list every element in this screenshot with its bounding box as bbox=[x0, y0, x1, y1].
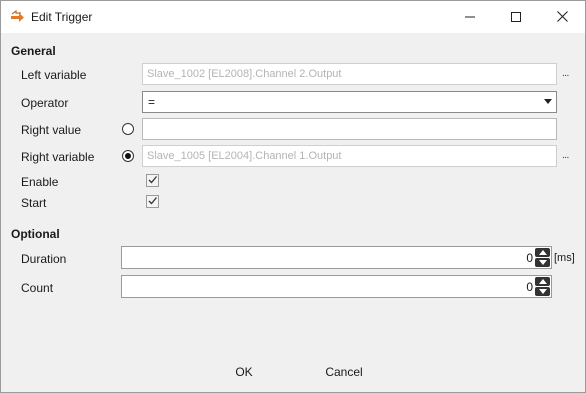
operator-label: Operator bbox=[21, 96, 69, 110]
right-value-radio[interactable] bbox=[122, 123, 134, 135]
right-variable-radio[interactable] bbox=[122, 150, 134, 162]
duration-unit: [ms] bbox=[554, 252, 575, 264]
count-spinner bbox=[535, 277, 550, 296]
operator-value: = bbox=[148, 95, 156, 109]
left-variable-browse-button[interactable]: ... bbox=[562, 68, 569, 79]
chevron-up-icon bbox=[538, 279, 547, 284]
minimize-icon bbox=[465, 16, 475, 17]
general-section-header: General bbox=[11, 44, 56, 58]
minimize-button[interactable] bbox=[447, 1, 493, 32]
title-bar: Edit Trigger bbox=[1, 1, 585, 33]
operator-select[interactable]: = bbox=[142, 91, 557, 113]
window-title: Edit Trigger bbox=[31, 10, 93, 24]
chevron-up-icon bbox=[538, 250, 547, 255]
radio-selected-dot bbox=[125, 153, 131, 159]
start-checkbox[interactable] bbox=[146, 195, 159, 208]
chevron-down-icon bbox=[544, 99, 552, 104]
start-label: Start bbox=[21, 196, 47, 210]
duration-value: 0 bbox=[526, 251, 533, 265]
count-increment-button[interactable] bbox=[535, 277, 550, 286]
right-value-field[interactable] bbox=[142, 118, 557, 140]
maximize-button[interactable] bbox=[493, 1, 539, 32]
count-label: Count bbox=[21, 281, 54, 295]
close-button[interactable] bbox=[539, 1, 585, 32]
ok-button[interactable]: OK bbox=[214, 361, 274, 383]
checkmark-icon bbox=[148, 197, 157, 205]
right-variable-label: Right variable bbox=[21, 150, 95, 164]
right-variable-field[interactable]: Slave_1005 [EL2004].Channel 1.Output bbox=[142, 145, 557, 167]
optional-section-header: Optional bbox=[11, 227, 60, 241]
duration-decrement-button[interactable] bbox=[535, 258, 550, 267]
arrow-swap-icon bbox=[11, 10, 24, 22]
right-value-label: Right value bbox=[21, 123, 82, 137]
enable-label: Enable bbox=[21, 175, 59, 189]
chevron-down-icon bbox=[538, 260, 547, 265]
right-variable-browse-button[interactable]: ... bbox=[562, 150, 569, 161]
close-icon bbox=[556, 11, 568, 22]
chevron-down-icon bbox=[538, 289, 547, 294]
duration-label: Duration bbox=[21, 252, 67, 266]
left-variable-label: Left variable bbox=[21, 68, 87, 82]
checkmark-icon bbox=[148, 176, 157, 184]
duration-spinner bbox=[535, 248, 550, 267]
count-value: 0 bbox=[526, 280, 533, 294]
count-decrement-button[interactable] bbox=[535, 287, 550, 296]
edit-trigger-dialog: Edit Trigger General Left variable Slave… bbox=[0, 0, 586, 393]
maximize-icon bbox=[511, 11, 521, 22]
left-variable-field[interactable]: Slave_1002 [EL2008].Channel 2.Output bbox=[142, 63, 557, 85]
duration-increment-button[interactable] bbox=[535, 248, 550, 257]
duration-stepper[interactable]: 0 bbox=[121, 246, 552, 269]
count-stepper[interactable]: 0 bbox=[121, 275, 552, 298]
cancel-button[interactable]: Cancel bbox=[309, 361, 379, 383]
enable-checkbox[interactable] bbox=[146, 174, 159, 187]
